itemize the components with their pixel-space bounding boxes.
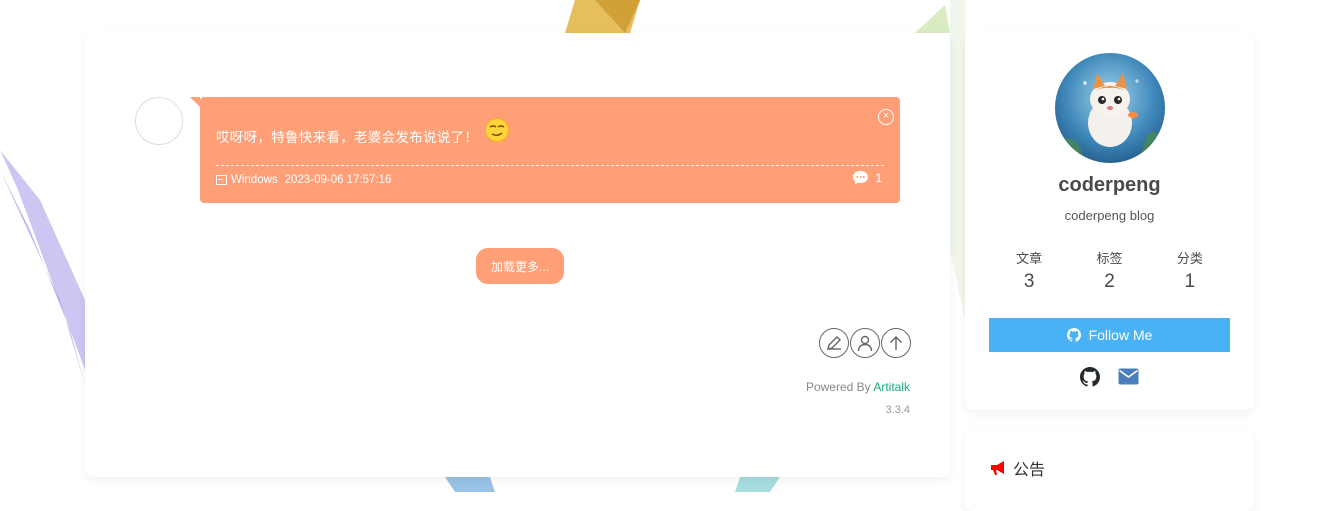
user-button[interactable] bbox=[850, 328, 880, 358]
talk-card: 哎呀呀，特鲁快来看，老婆会发布说说了！ × Windows 2023-09-06… bbox=[85, 33, 950, 477]
comment-button[interactable]: 1 bbox=[852, 170, 882, 186]
artitalk-link[interactable]: Artitalk bbox=[873, 380, 910, 394]
edit-button[interactable] bbox=[819, 328, 849, 358]
author-description: coderpeng blog bbox=[1064, 208, 1155, 223]
smirk-face-icon bbox=[485, 118, 510, 142]
user-icon bbox=[857, 335, 873, 352]
site-stats: 文章 3 标签 2 分类 1 bbox=[989, 248, 1230, 293]
talk-avatar[interactable] bbox=[135, 97, 183, 145]
talk-date: 2023-09-06 17:57:16 bbox=[284, 174, 392, 186]
stat-categories[interactable]: 分类 1 bbox=[1150, 248, 1230, 293]
talk-content: 哎呀呀，特鲁快来看，老婆会发布说说了！ bbox=[216, 130, 479, 145]
load-more-button[interactable]: 加载更多... bbox=[476, 248, 564, 284]
stat-label: 分类 bbox=[1176, 251, 1203, 266]
talk-bubble: 哎呀呀，特鲁快来看，老婆会发布说说了！ × Windows 2023-09-06… bbox=[190, 97, 900, 203]
email-link[interactable] bbox=[1118, 366, 1139, 387]
powered-by: Powered By Artitalk bbox=[806, 380, 910, 394]
bullhorn-icon bbox=[991, 461, 1004, 475]
profile-card: coderpeng coderpeng blog 文章 3 标签 2 分类 1 … bbox=[965, 33, 1254, 410]
windows-icon bbox=[216, 175, 227, 185]
comment-icon bbox=[853, 171, 869, 185]
stat-label: 标签 bbox=[1096, 251, 1123, 266]
avatar[interactable] bbox=[1055, 53, 1165, 163]
stat-posts[interactable]: 文章 3 bbox=[989, 248, 1069, 293]
talk-os: Windows bbox=[231, 174, 278, 186]
tool-buttons bbox=[819, 328, 911, 358]
avatar-image bbox=[1055, 53, 1165, 163]
github-icon bbox=[1079, 366, 1100, 387]
author-name: coderpeng bbox=[1058, 174, 1161, 196]
notice-title: 公告 bbox=[1013, 462, 1046, 479]
talk-content-row: 哎呀呀，特鲁快来看，老婆会发布说说了！ bbox=[216, 118, 510, 149]
powered-prefix: Powered By bbox=[805, 380, 874, 394]
stat-value: 2 bbox=[1104, 271, 1115, 292]
stat-value: 1 bbox=[1184, 271, 1196, 292]
github-link[interactable] bbox=[1079, 366, 1100, 387]
envelope-icon bbox=[1118, 368, 1139, 385]
version-text: 3.3.4 bbox=[885, 404, 910, 416]
pencil-icon bbox=[827, 336, 841, 350]
notice-header: 公告 bbox=[989, 456, 1045, 480]
arrow-up-icon bbox=[890, 336, 902, 350]
close-icon[interactable]: × bbox=[878, 109, 894, 125]
stat-tags[interactable]: 标签 2 bbox=[1069, 248, 1149, 293]
stat-value: 3 bbox=[1023, 271, 1035, 292]
talk-meta: Windows 2023-09-06 17:57:16 bbox=[216, 174, 391, 186]
github-icon bbox=[1066, 328, 1081, 342]
stat-label: 文章 bbox=[1016, 251, 1043, 266]
comment-count: 1 bbox=[875, 171, 882, 185]
back-to-top-button[interactable] bbox=[881, 328, 911, 358]
notice-card: 公告 bbox=[965, 431, 1254, 511]
bubble-divider bbox=[216, 165, 884, 166]
follow-me-button[interactable]: Follow Me bbox=[989, 318, 1230, 352]
social-links bbox=[1079, 366, 1139, 387]
follow-label: Follow Me bbox=[1088, 327, 1153, 343]
